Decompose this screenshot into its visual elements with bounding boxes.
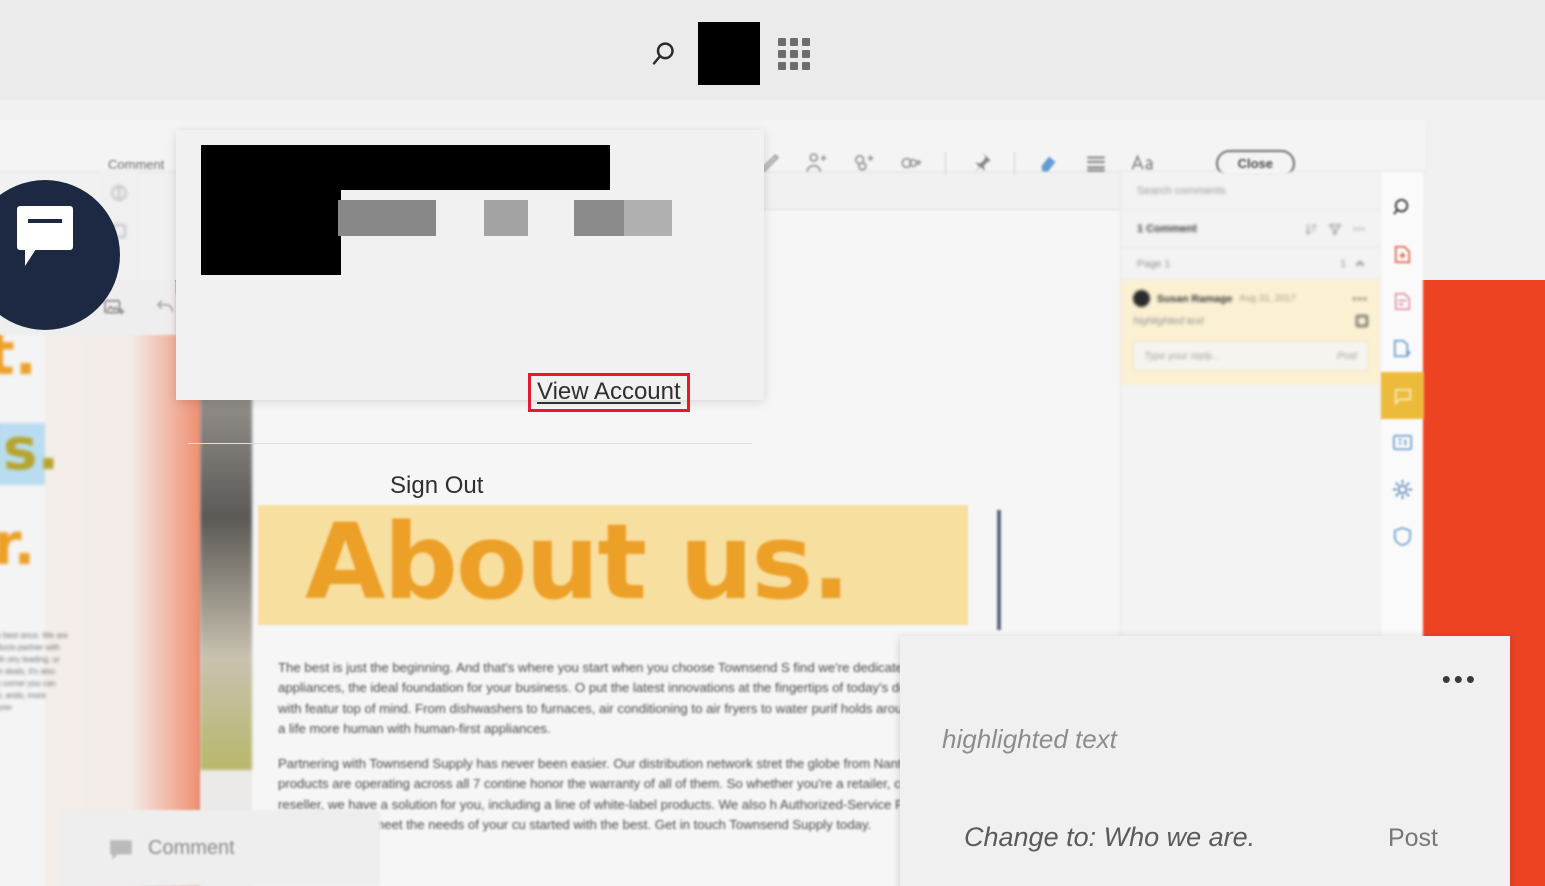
shape-tool-icon[interactable] <box>110 184 128 202</box>
email-block-2 <box>484 200 528 236</box>
sign-out-button[interactable]: Sign Out <box>390 472 483 500</box>
document-heading: About us. <box>305 501 851 623</box>
prev-fragment-2: ls. <box>0 415 60 483</box>
search-button[interactable] <box>636 26 692 82</box>
reply-input[interactable]: Type your reply... Post <box>1133 341 1368 371</box>
bottom-comment-bar[interactable]: Comment <box>60 810 380 886</box>
more-options-icon[interactable] <box>1352 222 1366 236</box>
pin-note-icon[interactable] <box>967 150 993 176</box>
app-switcher-button[interactable] <box>766 26 822 82</box>
view-account-link[interactable]: View Account <box>537 378 681 405</box>
comment-text: highlighted text <box>1133 315 1204 327</box>
previous-page-sliver: t. ls. r. o offer the best ance. We are … <box>0 310 68 886</box>
search-tool-icon[interactable] <box>1381 184 1424 231</box>
app-root: About us. The best is just the beginning… <box>0 0 1545 886</box>
comment-card[interactable]: Susan Ramage Aug 31, 2017 ••• highlighte… <box>1121 280 1380 385</box>
search-comments-input[interactable]: Search comments <box>1121 172 1380 210</box>
bottom-comment-label: Comment <box>148 836 235 859</box>
edit-pdf-icon[interactable] <box>1381 278 1424 325</box>
email-block-3 <box>574 200 624 236</box>
page-group-count: 1 <box>1340 257 1346 270</box>
attach-file-icon[interactable] <box>898 150 924 176</box>
popup-quoted-text: highlighted text <box>942 724 1117 754</box>
page-group-row[interactable]: Page 1 1 <box>1121 248 1380 280</box>
resolve-checkbox-icon[interactable] <box>1356 315 1368 327</box>
comment-author: Susan Ramage <box>1157 292 1233 305</box>
email-block-1 <box>338 200 436 236</box>
comment-tool-icon[interactable] <box>1380 372 1424 419</box>
filter-icon[interactable] <box>1328 222 1342 236</box>
add-attachment-icon[interactable] <box>851 150 877 176</box>
account-email-redacted <box>338 200 672 236</box>
avatar[interactable] <box>698 22 760 85</box>
export-pdf-icon[interactable] <box>1381 231 1424 278</box>
app-grid-icon <box>778 37 810 70</box>
comment-bubble-icon <box>108 837 134 860</box>
avatar <box>1133 290 1150 307</box>
more-options-icon[interactable]: ••• <box>1352 292 1368 306</box>
search-icon <box>652 41 674 65</box>
comment-date: Aug 31, 2017 <box>1239 293 1296 304</box>
protect-shield-icon[interactable] <box>1381 513 1424 560</box>
email-block-4 <box>624 200 672 236</box>
comment-count-row: 1 Comment <box>1121 210 1380 248</box>
add-stamp-icon[interactable] <box>804 150 830 176</box>
menu-divider <box>188 443 752 444</box>
chevron-up-icon[interactable] <box>1354 258 1366 270</box>
toolbar-divider-2 <box>1014 152 1015 174</box>
page-group-label: Page 1 <box>1137 257 1171 270</box>
send-for-signature-icon[interactable] <box>1381 466 1424 513</box>
underline-icon[interactable] <box>1083 150 1109 176</box>
header-tool-group <box>636 22 822 85</box>
prev-fragment-3: r. <box>0 510 36 578</box>
account-name-redacted <box>201 145 610 190</box>
comment-card-header: Susan Ramage Aug 31, 2017 ••• <box>1133 290 1368 307</box>
reply-post-button[interactable]: Post <box>1337 351 1357 362</box>
undo-icon[interactable] <box>153 296 176 320</box>
account-info-section <box>176 130 764 332</box>
account-dropdown-menu: View Account Sign Out <box>176 130 764 499</box>
organize-pages-icon[interactable] <box>1381 325 1424 372</box>
app-header <box>0 0 1545 100</box>
popup-reply-text[interactable]: Change to: Who we are. <box>964 822 1255 853</box>
toolbar-divider <box>945 152 946 174</box>
annotation-tool-group <box>757 150 1156 176</box>
reply-placeholder: Type your reply... <box>1144 350 1220 362</box>
sort-icon[interactable] <box>1304 222 1318 236</box>
heading-rule <box>997 510 1001 630</box>
comment-popup[interactable]: ••• highlighted text Change to: Who we a… <box>900 636 1510 886</box>
comment-cursor-bubble <box>17 206 73 266</box>
add-image-icon[interactable] <box>103 296 126 320</box>
popup-post-button[interactable]: Post <box>1388 824 1438 853</box>
highlight-icon[interactable] <box>1036 150 1062 176</box>
fill-and-sign-icon[interactable] <box>1381 419 1424 466</box>
more-options-icon[interactable]: ••• <box>1442 665 1478 692</box>
view-account-highlight: View Account <box>528 373 690 412</box>
comment-body: highlighted text <box>1133 315 1368 327</box>
prev-page-body: o offer the best ance. We are hend produ… <box>0 631 68 712</box>
comment-count-label: 1 Comment <box>1137 222 1197 235</box>
